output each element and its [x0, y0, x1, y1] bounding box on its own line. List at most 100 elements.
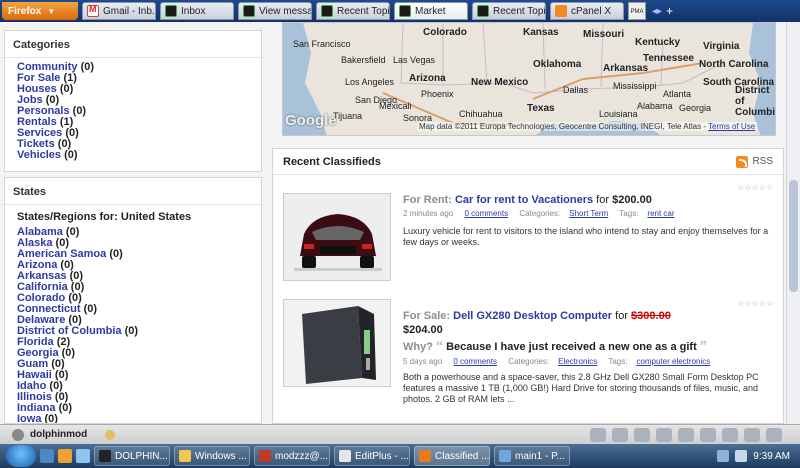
map-label-city: Dallas: [563, 85, 589, 95]
tags-label: Tags:: [608, 357, 628, 366]
category-link[interactable]: Vehicles: [17, 149, 61, 161]
dolphin-status-bar: dolphinmod: [0, 424, 800, 444]
state-link[interactable]: Iowa: [17, 413, 41, 424]
listing-tags-link[interactable]: rent car: [647, 209, 674, 218]
tab-pma[interactable]: PMA: [628, 2, 646, 20]
network-icon[interactable]: [717, 450, 730, 462]
clock-time[interactable]: 9:39 AM: [753, 451, 790, 462]
rating-stars[interactable]: ☆☆☆☆☆: [737, 299, 773, 308]
why-label: Why?: [403, 341, 433, 353]
map-label-state: Kentucky: [635, 37, 681, 48]
dolphin-icon: [477, 5, 489, 17]
tab-market[interactable]: Market: [394, 2, 468, 20]
trash-icon[interactable]: [612, 427, 628, 442]
listing-tags-link[interactable]: computer electronics: [636, 357, 710, 366]
listing-body: For Rent: Car for rent to Vacationers fo…: [403, 193, 773, 248]
map-label-state: Arizona: [409, 73, 446, 84]
open-quote-icon: “: [436, 339, 444, 354]
listing-time: 2 minutes ago: [403, 209, 454, 218]
listing-title-link[interactable]: Car for rent to Vacationers: [455, 194, 593, 206]
filezilla-icon: [259, 450, 271, 462]
tab-label: Market: [415, 5, 446, 17]
map-label-state: Georgia: [679, 103, 712, 113]
map-label-district: District of Columbia: [735, 85, 775, 118]
listing-title-link[interactable]: Dell GX280 Desktop Computer: [453, 310, 612, 322]
chat-icon[interactable]: [678, 427, 694, 442]
tab-label: Gmail - Inb...: [103, 5, 156, 17]
close-quote-icon: ”: [699, 339, 707, 354]
settings-icon[interactable]: [744, 427, 760, 442]
tags-label: Tags:: [619, 209, 639, 218]
categories-label: Categories:: [519, 209, 561, 218]
firefox-quicklaunch-icon[interactable]: [58, 449, 72, 463]
listing-old-price: $300.00: [631, 310, 671, 322]
firefox-menu-label: Firefox: [8, 5, 42, 17]
listing-thumbnail-car[interactable]: [283, 193, 391, 281]
show-desktop-icon[interactable]: [40, 449, 54, 463]
rss-link[interactable]: RSS: [736, 155, 773, 168]
map-label-state: Louisiana: [599, 109, 638, 119]
taskbar-button-editplus[interactable]: EditPlus - ...: [334, 446, 410, 466]
page-scrollbar[interactable]: [786, 22, 800, 424]
tab-cpanel[interactable]: cPanel X: [550, 2, 624, 20]
status-icons: [584, 427, 800, 442]
scrollbar-thumb[interactable]: [789, 180, 798, 292]
taskbar-button-filezilla[interactable]: modzzz@...: [254, 446, 330, 466]
map-label-city: San Francisco: [293, 39, 351, 49]
taskbar-button-classified[interactable]: Classified ...: [414, 446, 490, 466]
profile-icon[interactable]: [656, 427, 672, 442]
tab-recent-topics-2[interactable]: Recent Topi...: [472, 2, 546, 20]
categories-list: Community (0) For Sale (1) Houses (0) Jo…: [5, 58, 261, 165]
tab-recent-topics[interactable]: Recent Topi...: [316, 2, 390, 20]
rating-stars[interactable]: ☆☆☆☆☆: [737, 183, 773, 192]
state-count: (0): [58, 402, 73, 414]
reason-text: Because I have just received a new one a…: [446, 341, 697, 353]
new-tab-icon[interactable]: +: [666, 4, 673, 18]
minimize-icon[interactable]: [105, 429, 116, 440]
listing-for-word: for: [596, 194, 610, 206]
taskbar-button-windows[interactable]: Windows ...: [174, 446, 250, 466]
terms-of-use-link[interactable]: Terms of Use: [708, 122, 755, 131]
dolphin-icon: [399, 5, 411, 17]
power-icon[interactable]: [766, 427, 782, 442]
map-label-city: Mexicali: [379, 101, 412, 111]
taskbar-button-dolphin[interactable]: DOLPHIN...: [94, 446, 170, 466]
map-label-state: Alabama: [637, 101, 673, 111]
tab-gmail[interactable]: Gmail - Inb...: [82, 2, 156, 20]
listing-category-link[interactable]: Short Term: [569, 209, 608, 218]
start-button[interactable]: [6, 445, 36, 467]
map-label-city: Los Angeles: [345, 77, 395, 87]
firefox-menu-button[interactable]: Firefox ▼: [2, 2, 78, 20]
user-avatar[interactable]: [12, 428, 24, 441]
google-logo[interactable]: Google: [285, 112, 337, 129]
state-count: (0): [44, 413, 58, 424]
pad-icon[interactable]: [700, 427, 716, 442]
classifieds-map[interactable]: San Francisco Colorado Kansas Missouri K…: [282, 22, 776, 136]
friends-icon[interactable]: [634, 427, 650, 442]
listing-headline: For Rent: Car for rent to Vacationers fo…: [403, 193, 773, 207]
volume-icon[interactable]: [735, 450, 748, 462]
ie-quicklaunch-icon[interactable]: [76, 449, 90, 463]
gear-icon[interactable]: [722, 427, 738, 442]
listing-comments-link[interactable]: 0 comments: [453, 357, 497, 366]
map-label-city: Las Vegas: [393, 55, 436, 65]
dolphin-icon: [243, 5, 255, 17]
rss-label: RSS: [752, 156, 773, 167]
map-label-state: New Mexico: [471, 77, 529, 88]
tab-inbox[interactable]: Inbox: [160, 2, 234, 20]
listing-category-link[interactable]: Electronics: [558, 357, 597, 366]
folder-icon: [179, 450, 191, 462]
map-label-city: Tijuana: [333, 111, 363, 121]
states-heading: States: [5, 178, 261, 205]
messages-icon[interactable]: [590, 427, 606, 442]
taskbar-button-paint[interactable]: main1 - P...: [494, 446, 570, 466]
taskbar-button-label: Windows ...: [195, 450, 247, 462]
listing-thumbnail-computer[interactable]: [283, 299, 391, 387]
map-label-city: Atlanta: [663, 89, 692, 99]
status-username[interactable]: dolphinmod: [30, 429, 87, 440]
category-count: (0): [72, 105, 87, 117]
listing-price: $200.00: [612, 194, 652, 206]
tab-view-message[interactable]: View messa...: [238, 2, 312, 20]
listing-comments-link[interactable]: 0 comments: [465, 209, 509, 218]
tab-scroll-icon[interactable]: ◂▸: [652, 6, 662, 17]
